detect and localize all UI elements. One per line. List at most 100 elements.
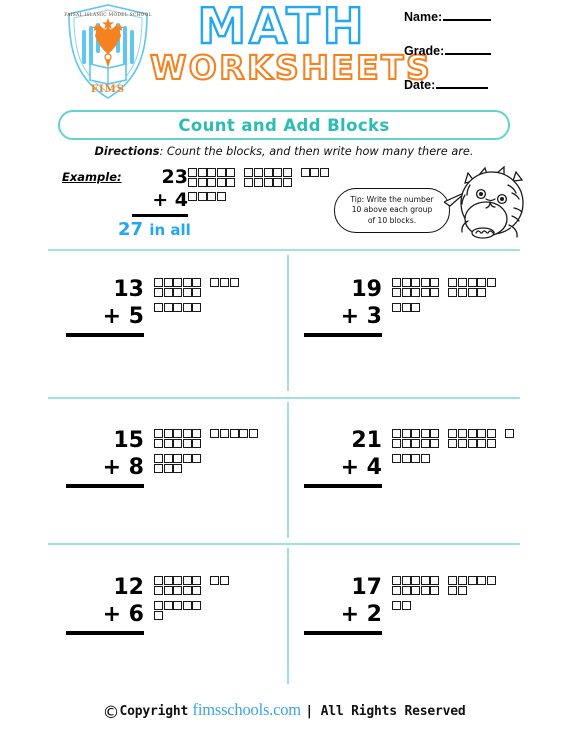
example-blocks-row-2 <box>188 192 329 202</box>
brand-title-worksheets: WORKSHEETS <box>149 47 433 88</box>
block-group <box>244 168 292 187</box>
block-row <box>154 454 258 473</box>
block-group <box>448 429 496 448</box>
block-group <box>392 601 411 611</box>
svg-text:FAISAL ISLAMIC MODEL SCHOOL: FAISAL ISLAMIC MODEL SCHOOL <box>64 13 151 18</box>
block-group <box>392 278 440 297</box>
problem-1: 13 + 5 <box>62 268 312 388</box>
copyright-text: Copyright <box>119 704 189 719</box>
example-addend-bottom: + 4 <box>152 189 188 211</box>
problem-2-addend-top: 19 <box>351 277 382 302</box>
section-divider-row2 <box>48 543 520 545</box>
problem-2-addend-bottom: + 3 <box>340 304 382 329</box>
grade-field-blank[interactable] <box>445 42 492 55</box>
example-blocks <box>188 168 329 203</box>
example-equation: 23 + 4 <box>126 166 188 217</box>
block-group <box>504 429 514 439</box>
block-group <box>154 303 202 313</box>
problem-5-blocks <box>154 576 229 621</box>
block-row <box>392 601 496 611</box>
block-row <box>154 429 258 448</box>
name-field-blank[interactable] <box>443 8 492 21</box>
example-answer-value: 27 <box>118 219 144 240</box>
example-label: Example: <box>62 170 122 184</box>
problem-2-blocks <box>392 278 496 314</box>
worksheet-brand-title: MATH WORKSHEETS <box>149 0 433 100</box>
page-footer: ©Copyright fimsschools.com | All Rights … <box>0 700 568 723</box>
problem-4-sum-rule <box>304 484 382 488</box>
page-header: FAISAL ISLAMIC MODEL SCHOOL FIMS MATH WO… <box>0 0 568 104</box>
tip-line-2: 10 above each group <box>351 205 433 215</box>
problem-3: 15 + 8 <box>62 419 312 539</box>
example-addend-top: 23 <box>161 166 188 188</box>
name-field-label: Name: <box>404 10 443 24</box>
date-field-blank[interactable] <box>436 76 489 89</box>
block-group <box>392 576 440 595</box>
block-group <box>210 576 229 586</box>
tip-bubble: Tip: Write the number 10 above each grou… <box>334 188 450 233</box>
block-row <box>392 303 496 313</box>
block-row <box>392 278 496 297</box>
student-info-fields: Name: Grade: Date: <box>404 8 564 110</box>
block-group <box>392 454 430 464</box>
worksheet-page: FAISAL ISLAMIC MODEL SCHOOL FIMS MATH WO… <box>0 0 568 735</box>
problem-6: 17 + 2 <box>300 566 550 686</box>
problem-1-addend-top: 13 <box>113 277 144 302</box>
block-group <box>188 168 236 187</box>
grade-field-row[interactable]: Grade: <box>404 42 564 58</box>
problem-6-addend-top: 17 <box>351 575 382 600</box>
problem-4-addend-bottom: + 4 <box>340 455 382 480</box>
block-row <box>392 454 514 464</box>
grade-field-label: Grade: <box>404 44 445 58</box>
worksheet-title-banner: Count and Add Blocks <box>58 110 510 140</box>
block-group <box>448 576 496 595</box>
block-row <box>392 429 514 448</box>
problem-5-sum-rule <box>66 631 144 635</box>
section-divider-top <box>48 249 520 251</box>
directions: Directions: Count the blocks, and then w… <box>0 145 568 158</box>
name-field-row[interactable]: Name: <box>404 8 564 24</box>
problem-1-blocks <box>154 278 239 314</box>
page-title: Count and Add Blocks <box>178 115 390 135</box>
problem-2-equation: 19 + 3 <box>300 276 382 337</box>
problem-5-equation: 12 + 6 <box>62 574 144 635</box>
block-group <box>154 278 202 297</box>
block-group <box>154 429 202 448</box>
block-group <box>448 278 496 297</box>
problem-5-addend-top: 12 <box>113 575 144 600</box>
block-row <box>154 601 229 620</box>
block-group <box>154 454 202 473</box>
problem-2-sum-rule <box>304 333 382 337</box>
problem-6-equation: 17 + 2 <box>300 574 382 635</box>
tip-line-3: of 10 blocks. <box>367 215 417 225</box>
block-group <box>300 168 329 178</box>
directions-label: Directions <box>94 145 160 158</box>
problem-4-blocks <box>392 429 514 465</box>
website-link[interactable]: fimsschools.com <box>193 700 302 719</box>
problem-6-blocks <box>392 576 496 612</box>
block-group <box>392 303 421 313</box>
problem-6-addend-bottom: + 2 <box>340 602 382 627</box>
problem-5-addend-bottom: + 6 <box>102 602 144 627</box>
block-row <box>154 303 239 313</box>
block-group <box>188 192 226 202</box>
block-group <box>154 576 202 595</box>
block-group <box>154 601 202 620</box>
brand-title-math: MATH <box>196 0 367 55</box>
block-row <box>392 576 496 595</box>
problem-3-addend-top: 15 <box>113 428 144 453</box>
problem-5: 12 + 6 <box>62 566 312 686</box>
rights-text: | All Rights Reserved <box>305 704 466 719</box>
example-sum-rule <box>132 214 188 217</box>
problem-4-equation: 21 + 4 <box>300 427 382 488</box>
problem-6-sum-rule <box>304 631 382 635</box>
problem-3-sum-rule <box>66 484 144 488</box>
cat-mascot-illustration <box>452 163 534 245</box>
svg-text:FIMS: FIMS <box>91 84 125 95</box>
example-blocks-row-1 <box>188 168 329 187</box>
directions-text: : Count the blocks, and then write how m… <box>159 145 474 158</box>
date-field-row[interactable]: Date: <box>404 76 564 92</box>
problem-3-equation: 15 + 8 <box>62 427 144 488</box>
copyright-icon: © <box>102 703 120 723</box>
problem-1-equation: 13 + 5 <box>62 276 144 337</box>
